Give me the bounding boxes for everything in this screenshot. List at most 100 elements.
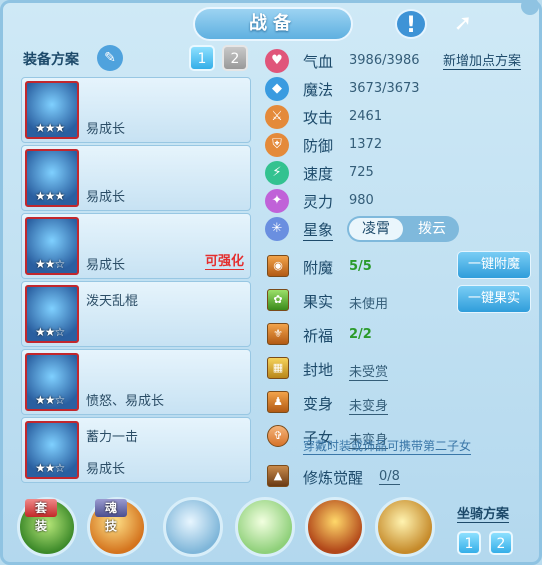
xingxiang-option-lingxiao[interactable]: 凌霄: [349, 218, 403, 240]
stat-mp: ◆ 魔法 3673/3673: [265, 75, 535, 103]
enchant-icon: ◉: [267, 255, 289, 277]
attachment-label: 附魔: [303, 259, 334, 277]
child-icon: ✞: [267, 425, 289, 447]
one-click-enchant-button[interactable]: 一键附魔: [457, 251, 531, 279]
attachment-label: 祈福: [303, 327, 334, 345]
helmet-icon[interactable]: ★★★: [25, 81, 79, 139]
stat-defense: ⛨ 防御 1372: [265, 131, 535, 159]
equipment-slot-4[interactable]: ★★☆ 泼天乱棍: [21, 281, 251, 347]
fief-icon: ▦: [267, 357, 289, 379]
spirit-icon: ✦: [265, 189, 289, 213]
stat-speed: ⚡ 速度 725: [265, 159, 535, 187]
add-point-plan-button[interactable]: 新增加点方案: [443, 50, 522, 70]
equipment-trait: 易成长: [86, 122, 126, 137]
equipment-slot-2[interactable]: ★★★ 易成长: [21, 145, 251, 211]
attachment-value: 未使用: [349, 297, 389, 312]
star-rating: ★★★: [35, 189, 65, 203]
star-rating: ★★☆: [35, 393, 65, 407]
attachment-label: 修炼觉醒: [303, 469, 364, 487]
equipment-trait: 易成长: [86, 190, 126, 205]
stat-value: 725: [349, 165, 374, 180]
xingxiang-row: ✳ 星象 凌霄 拨云: [265, 215, 535, 243]
attachment-blessing: ⚜ 祈福 2/2: [265, 319, 535, 353]
equipment-list: ★★★ 易成长 ★★★ 易成长 ★★☆ 易成长 可强化 ★★☆ 泼天乱棍 ★★☆…: [21, 77, 251, 485]
stat-spirit: ✦ 灵力 980: [265, 187, 535, 215]
attachment-label: 封地: [303, 361, 334, 379]
attachment-fruit: ✿ 果实 未使用 一键果实: [265, 285, 535, 319]
stat-value: 1372: [349, 137, 383, 152]
star-rating: ★★☆: [35, 257, 65, 271]
attachment-label: 变身: [303, 395, 334, 413]
boots-icon[interactable]: ★★☆: [25, 421, 79, 479]
one-click-fruit-button[interactable]: 一键果实: [457, 285, 531, 313]
second-child-hint[interactable]: 穿戴时装或饰品可携带第二子女: [303, 437, 472, 455]
stat-value: 3673/3673: [349, 81, 420, 96]
stat-value: 2461: [349, 109, 383, 124]
lightning-icon: ⚡: [265, 161, 289, 185]
attachment-value: 5/5: [349, 259, 372, 274]
stat-hp: ♥ 气血 3986/3986 新增加点方案: [265, 47, 535, 75]
attachment-value: 2/2: [349, 327, 372, 342]
equipment-slot-5[interactable]: ★★☆ 愤怒、易成长: [21, 349, 251, 415]
fruit-icon: ✿: [267, 289, 289, 311]
attachment-value[interactable]: 0/8: [379, 469, 400, 485]
jade-skill-icon[interactable]: [163, 497, 223, 557]
soul-skill-tag: 魂技: [95, 499, 128, 533]
star-rating: ★★★: [35, 121, 65, 135]
xingxiang-option-boyun[interactable]: 拨云: [407, 218, 457, 240]
suit-tag: 套装: [25, 499, 58, 533]
spiral-skill-icon[interactable]: [235, 497, 295, 557]
xingxiang-label[interactable]: 星象: [303, 219, 334, 241]
armor-icon[interactable]: ★★☆: [25, 217, 79, 275]
attachment-fief: ▦ 封地 未受赏: [265, 353, 535, 387]
share-icon[interactable]: ➚: [447, 9, 479, 39]
stat-label: 速度: [303, 165, 334, 183]
plan-tab-1[interactable]: 1: [189, 45, 215, 71]
shield-icon: ⛨: [265, 133, 289, 157]
weapon-icon[interactable]: ★★☆: [25, 285, 79, 343]
attachments-panel: ◉ 附魔 5/5 一键附魔 ✿ 果实 未使用 一键果实 ⚜ 祈福 2/2 ▦ 封…: [265, 251, 535, 455]
blessing-icon: ⚜: [267, 323, 289, 345]
stat-label: 攻击: [303, 109, 334, 127]
tower-skill-icon[interactable]: [305, 497, 365, 557]
belt-icon[interactable]: ★★☆: [25, 353, 79, 411]
plan-tab-2[interactable]: 2: [222, 45, 248, 71]
stat-label: 灵力: [303, 193, 334, 211]
cultivation-awakening-row: ▲ 修炼觉醒 0/8: [265, 461, 535, 489]
mount-plan-tab-1[interactable]: 1: [457, 531, 481, 555]
attachment-transform: ♟ 变身 未变身: [265, 387, 535, 421]
equipment-slot-3[interactable]: ★★☆ 易成长 可强化: [21, 213, 251, 279]
equipment-slot-1[interactable]: ★★★ 易成长: [21, 77, 251, 143]
heart-icon: ♥: [265, 49, 289, 73]
attachment-value[interactable]: 未受赏: [349, 361, 389, 381]
equipment-trait: 愤怒、易成长: [86, 394, 165, 409]
stat-value: 980: [349, 193, 374, 208]
star-sign-icon: ✳: [265, 217, 289, 241]
stat-value: 3986/3986: [349, 53, 420, 68]
transform-icon: ♟: [267, 391, 289, 413]
stat-label: 气血: [303, 53, 334, 71]
pencil-icon[interactable]: ✎: [97, 45, 123, 71]
cultivation-icon: ▲: [267, 465, 289, 487]
attachment-value[interactable]: 未变身: [349, 395, 389, 415]
equipment-plan-label: 装备方案: [23, 52, 79, 68]
info-icon[interactable]: !: [395, 9, 427, 39]
star-rating: ★★☆: [35, 325, 65, 339]
mount-plan-tab-2[interactable]: 2: [489, 531, 513, 555]
equipment-skill: 泼天乱棍: [86, 294, 139, 309]
diamond-icon: ◆: [265, 77, 289, 101]
equipment-trait: 易成长: [86, 462, 126, 477]
star-rating: ★★☆: [35, 461, 65, 475]
blade-skill-icon[interactable]: [375, 497, 435, 557]
stat-attack: ⚔ 攻击 2461: [265, 103, 535, 131]
mount-plan-label: 坐骑方案: [457, 503, 510, 523]
stat-label: 魔法: [303, 81, 334, 99]
page-title: 战备: [193, 7, 353, 41]
equipment-slot-6[interactable]: ★★☆ 蓄力一击 易成长: [21, 417, 251, 483]
enhance-link[interactable]: 可强化: [204, 250, 244, 270]
stat-label: 防御: [303, 137, 334, 155]
equipment-panel: 战备 ! ➚ 装备方案 ✎ 1 2 ★★★ 易成长 ★★★ 易成长 ★★☆ 易成…: [0, 0, 542, 565]
necklace-icon[interactable]: ★★★: [25, 149, 79, 207]
attachment-enchant: ◉ 附魔 5/5 一键附魔: [265, 251, 535, 285]
xingxiang-toggle[interactable]: 凌霄 拨云: [347, 216, 459, 242]
